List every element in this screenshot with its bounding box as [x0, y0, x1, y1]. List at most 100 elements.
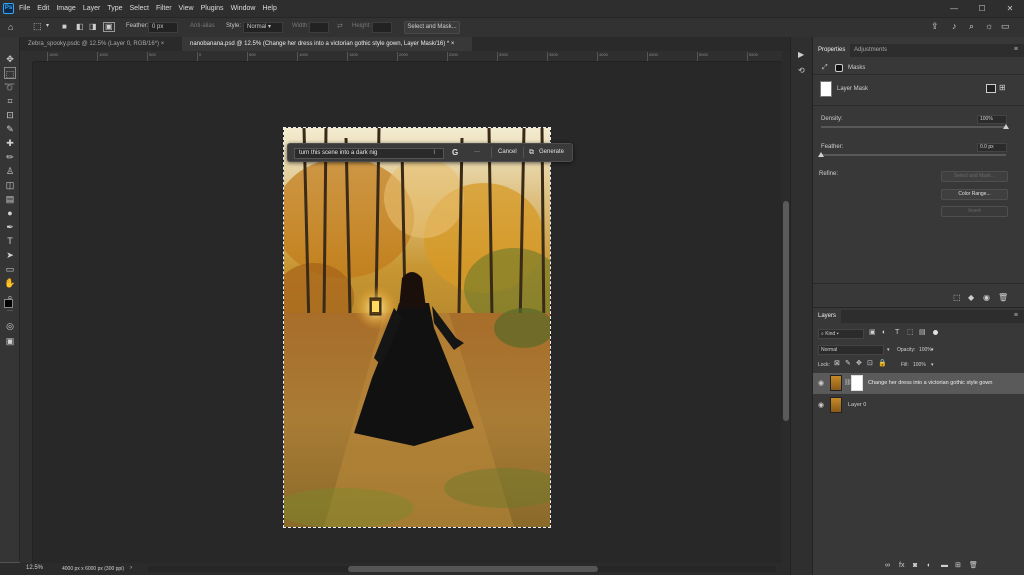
apply-mask-icon[interactable]: ◆ — [968, 294, 974, 302]
pixel-mask-icon[interactable]: ⤢ — [822, 64, 828, 71]
scroll-thumb[interactable] — [783, 201, 789, 421]
layer-name[interactable]: Layer 0 — [848, 402, 866, 408]
document-info[interactable]: 4000 px x 6000 px (300 ppi) — [62, 566, 124, 572]
lock-artboard-icon[interactable]: ⊡ — [867, 360, 873, 367]
move-tool-icon[interactable]: ✥ — [4, 53, 16, 65]
filter-type-icon[interactable]: T — [895, 329, 899, 336]
lock-transparent-icon[interactable]: ⊠ — [834, 360, 840, 367]
generative-prompt-input[interactable]: turn this scene into a dark nig I — [294, 148, 444, 159]
height-input[interactable] — [372, 22, 392, 33]
feather-input[interactable]: 0 px — [148, 22, 178, 33]
lightbulb-icon[interactable]: ☼ — [985, 22, 993, 31]
bell-icon[interactable]: ♪ — [952, 22, 957, 31]
filter-smart-object-icon[interactable]: ▤ — [919, 329, 926, 336]
chevron-down-icon[interactable]: ▾ — [46, 23, 49, 29]
healing-brush-icon[interactable]: ✚ — [4, 137, 16, 149]
workspace-icon[interactable]: ▭ — [1001, 22, 1010, 31]
path-select-icon[interactable]: ➤ — [4, 249, 16, 261]
menu-image[interactable]: Image — [56, 5, 75, 12]
add-vector-mask-icon[interactable]: ⊞ — [999, 84, 1006, 92]
cancel-button[interactable]: Cancel — [498, 144, 517, 161]
object-select-icon[interactable]: ⊡ — [4, 109, 16, 121]
anti-alias-checkbox[interactable]: Anti-alias — [190, 23, 215, 29]
menu-layer[interactable]: Layer — [83, 5, 101, 12]
menu-type[interactable]: Type — [107, 5, 122, 12]
load-selection-icon[interactable]: ⬚ — [953, 294, 961, 302]
gradient-icon[interactable]: ▤ — [4, 193, 16, 205]
subtract-selection-icon[interactable]: ◨ — [89, 23, 97, 31]
panel-menu-icon[interactable]: ≡ — [1014, 312, 1018, 319]
filter-kind-select[interactable]: ⌕ Kind ▾ — [818, 329, 864, 339]
tab-nanobanana[interactable]: nanobanana.psd @ 12.5% (Change her dress… — [182, 37, 472, 51]
new-selection-icon[interactable]: ■ — [62, 23, 67, 31]
eyedropper-icon[interactable]: ✎ — [4, 123, 16, 135]
lasso-tool-icon[interactable]: ➰ — [4, 81, 16, 93]
menu-file[interactable]: File — [19, 5, 30, 12]
close-icon[interactable]: ✕ — [996, 0, 1024, 17]
menu-select[interactable]: Select — [130, 5, 149, 12]
home-icon[interactable]: ⌂ — [8, 23, 13, 32]
opacity-input[interactable]: 100% — [919, 345, 937, 355]
play-icon[interactable]: ▶ — [798, 51, 804, 59]
quick-mask-icon[interactable]: ◎ — [4, 320, 16, 332]
close-tab-icon[interactable]: × — [161, 41, 165, 47]
fill-input[interactable]: 100% — [913, 360, 926, 370]
close-tab-icon[interactable]: × — [451, 41, 455, 47]
adjustment-layer-icon[interactable]: ◐ — [927, 562, 931, 569]
brush-tool-icon[interactable]: ✏ — [4, 151, 16, 163]
layer-mask-thumbnail[interactable] — [851, 375, 863, 391]
lock-position-icon[interactable]: ✥ — [856, 360, 862, 367]
visibility-icon[interactable]: ◉ — [983, 294, 990, 302]
hand-tool-icon[interactable]: ✋ — [4, 277, 16, 289]
pen-tool-icon[interactable]: ✒ — [4, 221, 16, 233]
select-pixel-mask-icon[interactable] — [986, 84, 996, 93]
eye-icon[interactable]: ◉ — [818, 401, 824, 409]
layer-name[interactable]: Change her dress into a victorian gothic… — [868, 380, 992, 386]
add-selection-icon[interactable]: ◧ — [76, 23, 84, 31]
filter-shape-icon[interactable]: ⬚ — [907, 329, 914, 336]
document-image[interactable] — [283, 127, 551, 528]
generate-button[interactable]: Generate — [539, 144, 564, 161]
density-slider[interactable] — [821, 124, 1009, 129]
share-icon[interactable]: ⇪ — [931, 22, 939, 31]
lock-all-icon[interactable]: 🔒 — [878, 360, 887, 367]
type-tool-icon[interactable]: T — [4, 235, 16, 247]
swap-icon[interactable]: ⇄ — [337, 23, 343, 30]
tab-layers[interactable]: Layers — [813, 310, 842, 323]
menu-window[interactable]: Window — [231, 5, 256, 12]
vertical-scrollbar[interactable] — [782, 51, 790, 563]
new-layer-icon[interactable]: ⊞ — [955, 562, 961, 569]
menu-help[interactable]: Help — [262, 5, 276, 12]
tab-properties[interactable]: Properties — [813, 44, 851, 57]
lock-pixels-icon[interactable]: ✎ — [845, 360, 851, 367]
menu-filter[interactable]: Filter — [156, 5, 172, 12]
invert-button[interactable]: Invert — [941, 206, 1008, 217]
select-and-mask-button[interactable]: Select and Mask... — [404, 21, 460, 34]
rectangular-marquee-icon[interactable]: ⬚ — [33, 22, 42, 31]
link-layers-icon[interactable]: ∞ — [885, 562, 890, 569]
foreground-color-swatch[interactable] — [4, 299, 13, 308]
layer-row-generative[interactable]: ◉ ⛓ Change her dress into a victorian go… — [813, 373, 1024, 394]
dodge-icon[interactable]: ● — [4, 207, 16, 219]
layer-row-layer-0[interactable]: ◉ Layer 0 — [813, 395, 1024, 416]
feather-slider-knob[interactable] — [818, 152, 824, 157]
horizontal-scrollbar[interactable] — [148, 566, 776, 572]
filter-pixel-icon[interactable]: ▣ — [869, 329, 876, 336]
panel-menu-icon[interactable]: ≡ — [1014, 46, 1018, 53]
menu-view[interactable]: View — [179, 5, 194, 12]
chevron-right-icon[interactable]: › — [130, 565, 132, 571]
select-and-mask-button[interactable]: Select and Mask... — [941, 171, 1008, 182]
tab-adjustments[interactable]: Adjustments — [849, 44, 892, 57]
marquee-tool-icon[interactable]: ⬚ — [4, 67, 16, 79]
width-input[interactable] — [309, 22, 329, 33]
eraser-icon[interactable]: ◫ — [4, 179, 16, 191]
delete-mask-icon[interactable]: 🗑 — [998, 294, 1008, 302]
search-icon[interactable]: ⌕ — [969, 22, 974, 31]
clone-stamp-icon[interactable]: ♙ — [4, 165, 16, 177]
history-icon[interactable]: ⟲ — [798, 67, 805, 75]
screen-mode-icon[interactable]: ▣ — [4, 335, 16, 347]
tab-zebra-spooky[interactable]: Zebra_spooky.psdc @ 12.5% (Layer 0, RGB/… — [20, 37, 182, 51]
density-slider-knob[interactable] — [1003, 124, 1009, 129]
feather-input[interactable]: 0.0 px — [977, 143, 1007, 152]
eye-icon[interactable]: ◉ — [818, 379, 824, 387]
